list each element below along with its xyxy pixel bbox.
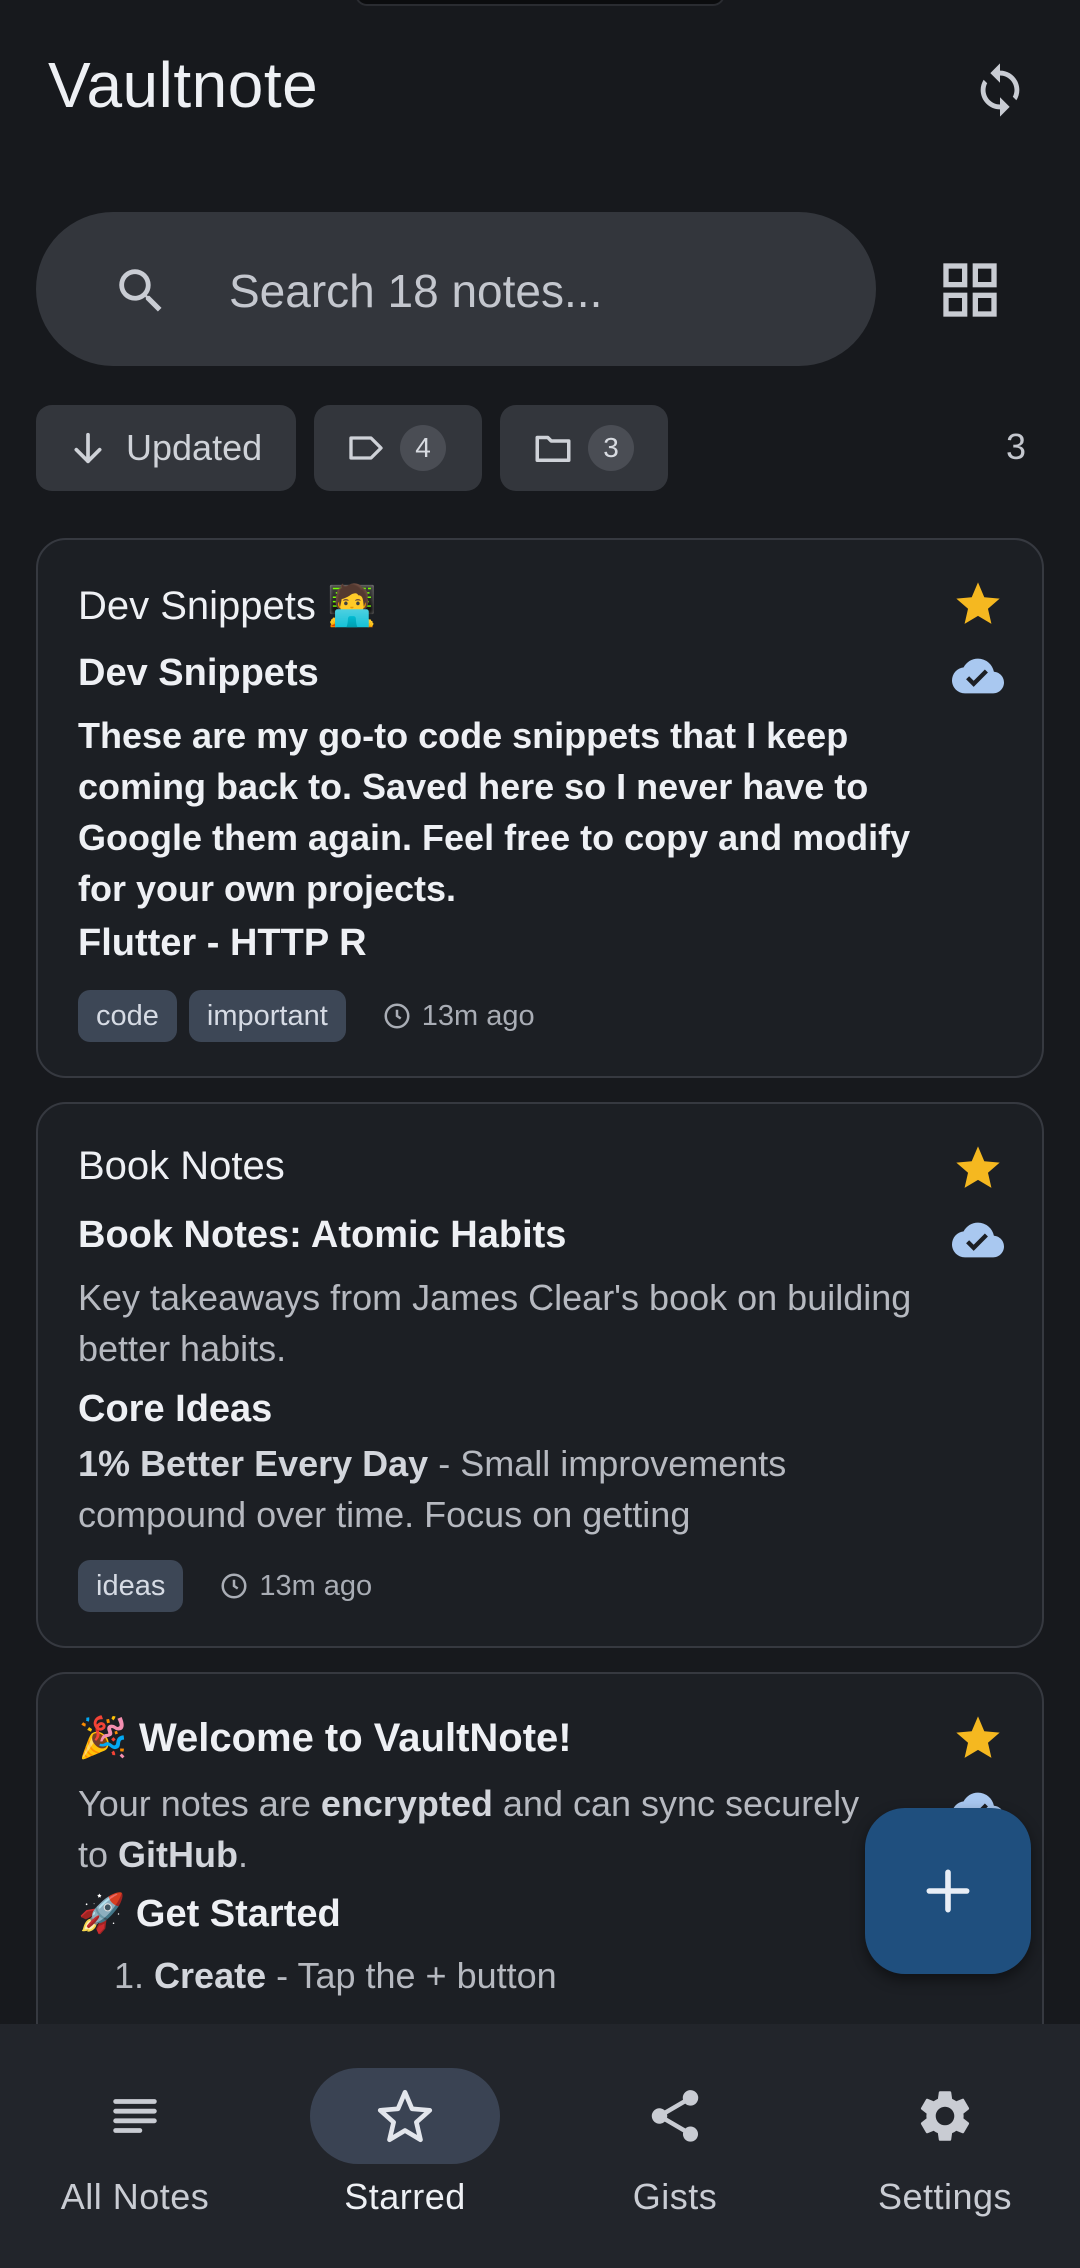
clock-icon <box>384 1003 410 1029</box>
nav-icon-container <box>850 2068 1040 2164</box>
nav-label: Starred <box>344 2176 466 2217</box>
search-input[interactable]: Search 18 notes... <box>229 264 602 318</box>
cloud-done-icon <box>952 1222 1004 1258</box>
nav-icon-container <box>40 2068 230 2164</box>
app-bar: Vaultnote <box>0 0 1080 180</box>
camera-notch <box>355 0 725 6</box>
note-time-text: 13m ago <box>259 1569 373 1602</box>
cloud-done-icon <box>952 658 1004 694</box>
sort-chip[interactable]: Updated <box>36 405 296 491</box>
search-bar[interactable]: Search 18 notes... <box>36 212 876 366</box>
note-body-text: . <box>238 1834 249 1875</box>
note-subheading: Flutter - HTTP R <box>78 922 367 964</box>
note-time-text: 13m ago <box>421 999 535 1032</box>
note-body: Key takeaways from James Clear's book on… <box>78 1277 912 1369</box>
star-filled-icon[interactable] <box>952 1142 1004 1194</box>
result-count: 3 <box>1006 426 1027 467</box>
nav-item-settings[interactable]: Settings <box>810 2024 1080 2268</box>
note-body: Your notes are encrypted and can sync se… <box>78 1778 878 1880</box>
tag-chip[interactable]: ideas <box>78 1560 184 1612</box>
app-title: Vaultnote <box>48 49 319 121</box>
tag-chip[interactable]: important <box>188 990 346 1042</box>
list-number: 1. <box>114 1955 145 1996</box>
note-bullet-bold: 1% Better Every Day <box>78 1443 429 1484</box>
notes-list-icon <box>113 2099 157 2133</box>
add-note-button[interactable] <box>865 1808 1031 1974</box>
note-meta: code important 13m ago <box>78 990 535 1042</box>
note-card[interactable]: Book Notes Book Notes: Atomic Habits Key… <box>36 1102 1044 1648</box>
list-item-bold: Create <box>154 1955 267 1996</box>
nav-item-gists[interactable]: Gists <box>540 2024 810 2268</box>
star-filled-icon[interactable] <box>952 1712 1004 1764</box>
nav-label: All Notes <box>60 2176 210 2217</box>
nav-icon-container <box>580 2068 770 2164</box>
grid-view-icon <box>943 263 997 317</box>
list-item-text: - Tap the + button <box>266 1955 557 1996</box>
bottom-navigation: All Notes Starred Gists Settings <box>0 2024 1080 2268</box>
nav-item-starred[interactable]: Starred <box>270 2024 540 2268</box>
tags-chip[interactable]: 4 <box>314 405 482 491</box>
sort-chip-label: Updated <box>126 427 263 468</box>
share-icon <box>651 2090 699 2142</box>
note-list-item: 1. Create - Tap the + button <box>114 1950 914 2001</box>
nav-icon-container <box>310 2068 500 2164</box>
note-body-text: Your notes are <box>78 1783 321 1824</box>
note-card[interactable]: Dev Snippets 🧑‍💻 Dev Snippets These are … <box>36 538 1044 1078</box>
search-icon <box>119 269 162 312</box>
note-title: 🎉 Welcome to VaultNote! <box>78 1714 572 1761</box>
note-heading: Book Notes: Atomic Habits <box>78 1214 567 1256</box>
folders-count-badge: 3 <box>588 425 634 471</box>
note-body-bold: encrypted <box>320 1783 493 1824</box>
tag-chip[interactable]: code <box>78 990 177 1042</box>
note-bullet: 1% Better Every Day - Small improvements… <box>78 1438 938 1540</box>
sync-button[interactable] <box>968 58 1032 122</box>
note-body-bold: GitHub <box>118 1834 239 1875</box>
note-subheading: 🚀 Get Started <box>78 1892 341 1936</box>
party-emoji-icon: 🎉 <box>78 1716 128 1760</box>
note-heading: Dev Snippets <box>78 652 319 694</box>
note-title: Book Notes <box>78 1144 285 1188</box>
plus-icon <box>926 1869 970 1913</box>
folders-chip[interactable]: 3 <box>500 405 668 491</box>
gear-icon <box>920 2091 970 2141</box>
note-meta: ideas 13m ago <box>78 1560 372 1612</box>
sync-icon <box>980 63 1020 117</box>
tag-icon <box>349 436 383 460</box>
clock-icon <box>221 1573 247 1599</box>
note-subheading: Core Ideas <box>78 1388 273 1430</box>
note-title-text: Welcome to VaultNote! <box>138 1716 572 1760</box>
note-timestamp: 13m ago <box>219 1570 372 1603</box>
folder-icon <box>535 435 571 462</box>
arrow-down-icon <box>74 432 102 464</box>
star-outline-icon <box>377 2089 433 2143</box>
nav-label: Settings <box>877 2176 1013 2217</box>
note-body: These are my go-to code snippets that I … <box>78 715 911 909</box>
rocket-emoji-icon: 🚀 <box>78 1893 126 1935</box>
nav-label: Gists <box>632 2176 718 2217</box>
note-subheading-text: Get Started <box>135 1893 341 1935</box>
note-timestamp: 13m ago <box>382 1000 535 1033</box>
star-filled-icon[interactable] <box>952 578 1004 630</box>
note-title: Dev Snippets 🧑‍💻 <box>78 584 377 628</box>
grid-view-button[interactable] <box>938 258 1002 322</box>
tags-count-badge: 4 <box>400 425 446 471</box>
nav-item-all-notes[interactable]: All Notes <box>0 2024 270 2268</box>
